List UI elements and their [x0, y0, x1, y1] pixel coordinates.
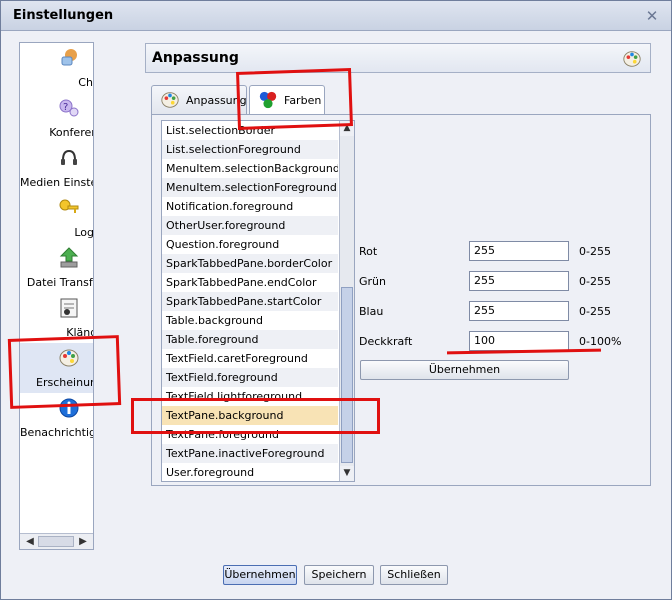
palette-icon	[161, 92, 179, 108]
apply-color-button[interactable]: Übernehmen	[360, 360, 569, 380]
annotation-box-farben-tab	[236, 68, 353, 130]
nav-item-label: Benachrichtigungen	[20, 426, 93, 439]
panel-title: Anpassung	[152, 50, 239, 66]
list-item[interactable]: Table.background	[162, 311, 338, 330]
nav-item-chat[interactable]: Chat	[20, 43, 93, 93]
opacity-field[interactable]: 100	[469, 331, 569, 351]
file-transfer-icon	[59, 247, 79, 268]
red-label: Rot	[359, 245, 378, 258]
list-item[interactable]: TextField.caretForeground	[162, 349, 338, 368]
list-item[interactable]: SparkTabbedPane.endColor	[162, 273, 338, 292]
annotation-box-appearance	[7, 335, 122, 409]
conference-icon: ?	[59, 99, 79, 117]
svg-text:?: ?	[63, 102, 68, 113]
annotation-box-textpane-background	[131, 398, 380, 434]
nav-item-label: Konferenz	[49, 126, 93, 139]
list-item[interactable]: MenuItem.selectionForeground	[162, 178, 338, 197]
blue-label: Blau	[359, 305, 384, 318]
nav-item-label: Datei Transfer	[26, 276, 93, 289]
list-item[interactable]: Question.foreground	[162, 235, 338, 254]
nav-item-conference[interactable]: ? Konferenz	[20, 93, 93, 143]
green-field[interactable]: 255	[469, 271, 569, 291]
opacity-label: Deckkraft	[359, 335, 413, 348]
key-icon	[59, 199, 79, 213]
list-item[interactable]: Notification.foreground	[162, 197, 338, 216]
list-item[interactable]: Table.foreground	[162, 330, 338, 349]
scroll-left-icon[interactable]: ◀	[22, 534, 38, 549]
blue-range: 0-255	[579, 305, 611, 318]
settings-window: Einstellungen ✕ Chat ? Konferenz Medien …	[0, 0, 672, 600]
list-item[interactable]: User.foreground	[162, 463, 338, 481]
settings-nav: Chat ? Konferenz Medien Einstellungen Lo…	[19, 42, 94, 550]
red-range: 0-255	[579, 245, 611, 258]
list-item[interactable]: SparkTabbedPane.startColor	[162, 292, 338, 311]
list-item[interactable]: TextField.foreground	[162, 368, 338, 387]
scroll-thumb[interactable]	[341, 287, 353, 463]
list-item[interactable]: MenuItem.selectionBackground	[162, 159, 338, 178]
scroll-thumb[interactable]	[38, 536, 74, 547]
tab-strip: Anpassung Farben	[151, 85, 651, 115]
palette-icon	[623, 51, 641, 67]
nav-item-label: Chat	[78, 76, 93, 89]
tab-anpassung[interactable]: Anpassung	[151, 85, 247, 114]
list-item[interactable]: List.selectionForeground	[162, 140, 338, 159]
close-button[interactable]: Schließen	[380, 565, 448, 585]
list-item[interactable]: TextPane.inactiveForeground	[162, 444, 338, 463]
nav-item-login[interactable]: Login	[20, 193, 93, 243]
green-label: Grün	[359, 275, 386, 288]
scroll-down-icon[interactable]: ▼	[340, 466, 354, 481]
nav-item-file-transfer[interactable]: Datei Transfer	[20, 243, 93, 293]
nav-horizontal-scrollbar[interactable]: ◀ ▶	[20, 533, 93, 549]
green-range: 0-255	[579, 275, 611, 288]
sound-icon	[60, 298, 78, 318]
chat-icon	[61, 49, 77, 66]
apply-button[interactable]: Übernehmen	[223, 565, 297, 585]
opacity-range: 0-100%	[579, 335, 622, 348]
nav-item-label: Login	[74, 226, 93, 239]
window-title: Einstellungen	[13, 8, 114, 23]
red-field[interactable]: 255	[469, 241, 569, 261]
save-button[interactable]: Speichern	[304, 565, 374, 585]
nav-item-label: Medien Einstellungen	[20, 176, 93, 189]
headset-icon	[61, 149, 77, 165]
title-bar: Einstellungen ✕	[1, 1, 671, 31]
close-icon[interactable]: ✕	[643, 7, 661, 25]
nav-item-media[interactable]: Medien Einstellungen	[20, 143, 93, 193]
list-item[interactable]: SparkTabbedPane.borderColor	[162, 254, 338, 273]
list-item[interactable]: OtherUser.foreground	[162, 216, 338, 235]
blue-field[interactable]: 255	[469, 301, 569, 321]
scroll-right-icon[interactable]: ▶	[75, 534, 91, 549]
panel-header: Anpassung	[145, 43, 651, 73]
